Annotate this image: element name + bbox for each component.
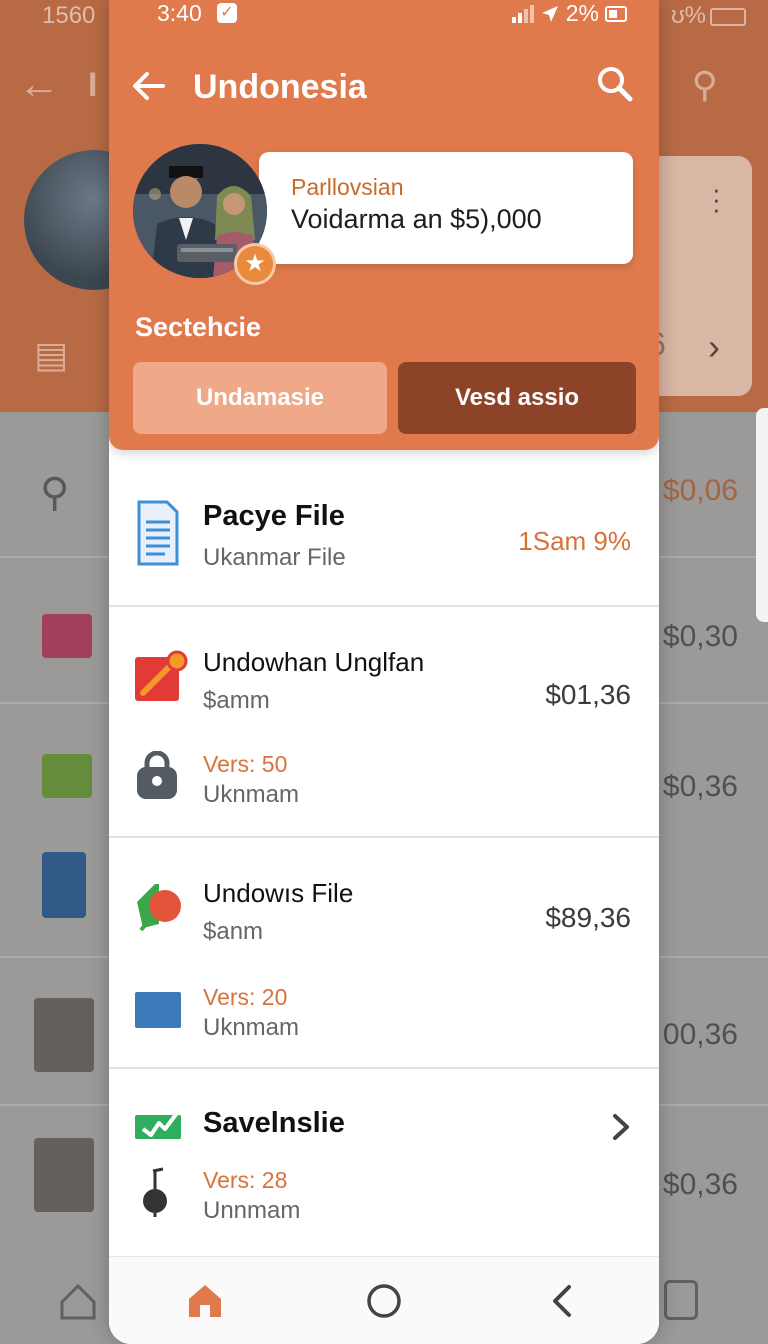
item-subtitle: Ukanmar File [203, 544, 346, 571]
list-item[interactable]: Savelnslie Vers: 28 Unnmam [109, 1069, 659, 1255]
home-icon[interactable] [183, 1279, 227, 1323]
music-icon [143, 1167, 167, 1217]
folder-icon [135, 992, 181, 1028]
background-thumb [42, 614, 92, 658]
background-side-tab [756, 408, 768, 622]
chevron-right-icon[interactable] [611, 1113, 631, 1141]
secondary-button[interactable]: Undamasie [133, 362, 387, 434]
profile-text: Voidarma an $5),000 [291, 204, 542, 234]
item-title: Savelnslie [203, 1107, 345, 1139]
background-home-icon [60, 1283, 96, 1320]
profile-subtitle: Parllovsian [291, 174, 404, 200]
background-price: $0,30 [662, 620, 738, 653]
list-item[interactable]: Undowıs File $anm $89,36 Vers: 20 Uknmam [109, 838, 659, 1068]
background-nav-icon [664, 1280, 698, 1320]
chevron-right-icon: › [708, 326, 720, 367]
back-arrow-icon[interactable] [129, 66, 169, 106]
item-price: $01,36 [545, 679, 631, 710]
list-item[interactable]: Undowhan Unglfan $amm $01,36 Vers: 50 Uk… [109, 607, 659, 837]
item-subtitle: $amm [203, 687, 270, 714]
background-battery-text: ʊ% [671, 2, 746, 30]
item-version: Vers: 20 [203, 984, 288, 1010]
back-nav-icon[interactable] [541, 1279, 585, 1323]
status-right: 2% [511, 0, 627, 27]
item-version-subtitle: Uknmam [203, 781, 300, 808]
item-version: Vers: 28 [203, 1167, 288, 1193]
bottom-navigation [109, 1256, 659, 1344]
battery-icon [605, 5, 627, 22]
list-item[interactable]: Pacye File Ukanmar File 1Sam 9% [109, 456, 659, 606]
profile-info-card[interactable]: Parllovsian Voidarma an $5),000 [259, 152, 633, 264]
background-search-icon: ⚲ [40, 471, 70, 515]
item-version: Vers: 50 [203, 751, 288, 777]
circle-nav-icon[interactable] [362, 1279, 406, 1323]
location-icon [541, 5, 558, 22]
background-title: I [88, 66, 98, 104]
item-version-subtitle: Unnmam [203, 1197, 301, 1224]
background-price: 00,36 [662, 1018, 738, 1051]
background-grid-icon: ▤ [34, 334, 69, 375]
tag-icon [137, 884, 181, 932]
background-back-icon: ← [18, 60, 60, 107]
background-photo [34, 1138, 94, 1212]
page-title: Undonesia [193, 68, 367, 106]
item-title: Pacye File [203, 500, 345, 532]
more-icon: · · · [712, 174, 721, 224]
search-icon[interactable] [595, 64, 635, 104]
item-price: $89,36 [545, 902, 631, 933]
signal-icon [511, 4, 534, 23]
item-title: Undowhan Unglfan [203, 647, 425, 677]
background-thumb [42, 852, 86, 918]
app-panel: 3:40 ✓ 2% Undonesia Parllovsian Voidarma… [109, 0, 659, 1344]
header: 3:40 ✓ 2% Undonesia Parllovsian Voidarma… [109, 0, 659, 450]
battery-icon [710, 7, 746, 26]
check-icon [135, 1111, 181, 1139]
status-time: 3:40 [157, 0, 202, 26]
background-photo [34, 998, 94, 1072]
item-version-subtitle: Uknmam [203, 1014, 300, 1041]
background-thumb [42, 754, 92, 798]
background-price: $0,36 [662, 770, 738, 803]
background-status-text: 1560 [42, 2, 96, 29]
primary-button[interactable]: Vesd assio [398, 362, 636, 434]
section-label: Sectehcie [135, 312, 262, 342]
lock-icon [137, 751, 177, 799]
item-subtitle: $anm [203, 918, 264, 945]
background-price: $0,06 [662, 474, 738, 507]
notification-icon: ✓ [217, 3, 237, 23]
background-price: $0,36 [662, 1168, 738, 1201]
status-bar: 3:40 ✓ 2% [109, 0, 659, 30]
battery-percent: 2% [565, 0, 599, 26]
document-icon [137, 500, 179, 566]
item-title: Undowıs File [203, 878, 354, 908]
star-badge-icon: ★ [234, 243, 276, 285]
item-badge: 1Sam 9% [518, 526, 631, 556]
edit-icon [135, 650, 188, 701]
